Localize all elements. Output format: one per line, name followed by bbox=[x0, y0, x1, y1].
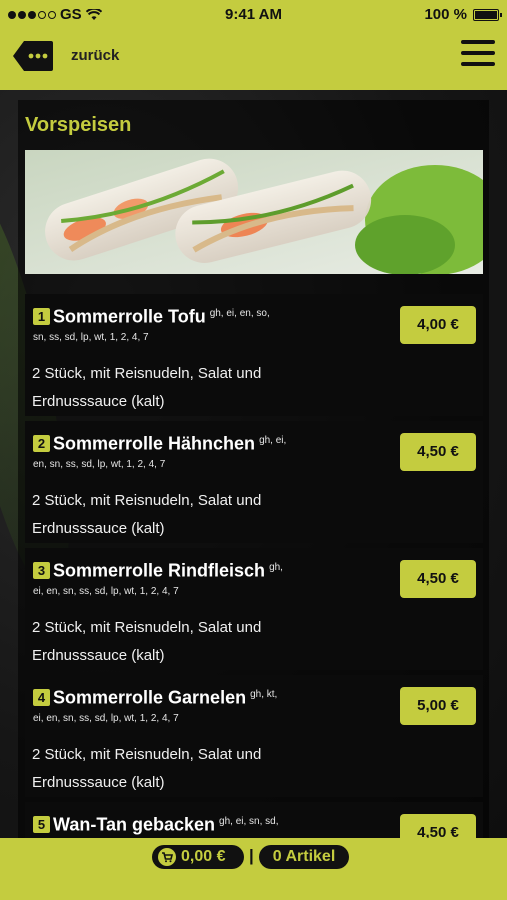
ellipsis-tag-icon bbox=[13, 41, 53, 71]
back-button[interactable] bbox=[12, 40, 54, 72]
item-name: Wan-Tan gebacken bbox=[53, 814, 216, 835]
summer-rolls-photo bbox=[25, 150, 483, 274]
cart-total: 0,00 € bbox=[181, 848, 226, 865]
item-allergens: gh, ei, bbox=[259, 435, 287, 446]
menu-item[interactable]: 5 Wan-Tan gebacken gh, ei, sn, sd, 4,50 € bbox=[25, 802, 483, 838]
item-allergens-continued: ei, en, sn, ss, sd, lp, wt, 1, 2, 4, 7 bbox=[33, 586, 179, 598]
item-name: Sommerrolle Tofu bbox=[53, 306, 206, 327]
item-allergens-continued: en, sn, ss, sd, lp, wt, 1, 2, 4, 7 bbox=[33, 459, 166, 471]
item-name: Sommerrolle Garnelen bbox=[53, 687, 247, 708]
add-to-cart-price-button[interactable]: 4,50 € bbox=[400, 433, 476, 471]
item-allergens: gh, bbox=[269, 562, 283, 573]
battery-icon bbox=[473, 8, 502, 21]
item-number-badge: 2 bbox=[33, 435, 50, 453]
menu-item-header: 3 Sommerrolle Rindfleisch gh, ei, en, sn, … bbox=[33, 560, 388, 600]
item-number-badge: 4 bbox=[33, 689, 50, 707]
cart-separator: | bbox=[249, 846, 254, 865]
add-to-cart-price-button[interactable]: 4,50 € bbox=[400, 814, 476, 838]
item-name: Sommerrolle Hähnchen bbox=[53, 433, 256, 454]
item-allergens: gh, ei, sn, sd, bbox=[219, 816, 279, 827]
nav-bar: zurück bbox=[0, 30, 507, 90]
menu-item[interactable]: 4 Sommerrolle Garnelen gh, kt, ei, en, sn,… bbox=[25, 675, 483, 797]
item-description: 2 Stück, mit Reisnudeln, Salat und Erdnu… bbox=[32, 619, 262, 664]
item-number-badge: 3 bbox=[33, 562, 50, 580]
item-allergens: gh, ei, en, so, bbox=[209, 308, 270, 319]
battery-percent: 100 % bbox=[424, 6, 467, 23]
item-description: 2 Stück, mit Reisnudeln, Salat und Erdnu… bbox=[32, 492, 262, 537]
add-to-cart-price-button[interactable]: 4,00 € bbox=[400, 306, 476, 344]
cart-icon bbox=[158, 848, 176, 866]
menu-item-header: 1 Sommerrolle Tofu gh, ei, en, so, sn, ss,… bbox=[33, 306, 388, 346]
add-to-cart-price-button[interactable]: 4,50 € bbox=[400, 560, 476, 598]
back-label[interactable]: zurück bbox=[71, 47, 119, 64]
menu-item[interactable]: 2 Sommerrolle Hähnchen gh, ei, en, sn, ss,… bbox=[25, 421, 483, 543]
cart-count-button[interactable]: 0 Artikel bbox=[259, 845, 349, 869]
item-number-badge: 5 bbox=[33, 816, 50, 834]
hamburger-menu-icon[interactable] bbox=[461, 40, 495, 70]
item-allergens-continued: ei, en, sn, ss, sd, lp, wt, 1, 2, 4, 7 bbox=[33, 713, 179, 725]
item-allergens-continued: sn, ss, sd, lp, wt, 1, 2, 4, 7 bbox=[33, 332, 149, 344]
section-title: Vorspeisen bbox=[25, 114, 132, 136]
item-description: 2 Stück, mit Reisnudeln, Salat und Erdnu… bbox=[32, 365, 262, 410]
item-number-badge: 1 bbox=[33, 308, 50, 326]
battery-status: 100 % bbox=[424, 6, 502, 23]
section-hero-image bbox=[25, 150, 483, 274]
menu-item-header: 2 Sommerrolle Hähnchen gh, ei, en, sn, ss,… bbox=[33, 433, 388, 473]
menu-content[interactable]: Vorspeisen 1 Sommerrolle Tofu gh, ei, en… bbox=[0, 90, 507, 838]
cart-bar: 0,00 € | 0 Artikel bbox=[0, 838, 507, 900]
status-bar: GS 9:41 AM 100 % bbox=[0, 0, 507, 30]
add-to-cart-price-button[interactable]: 5,00 € bbox=[400, 687, 476, 725]
item-description: 2 Stück, mit Reisnudeln, Salat und Erdnu… bbox=[32, 746, 262, 791]
cart-total-button[interactable]: 0,00 € bbox=[152, 845, 244, 869]
menu-item[interactable]: 1 Sommerrolle Tofu gh, ei, en, so, sn, ss,… bbox=[25, 294, 483, 416]
menu-item-header: 4 Sommerrolle Garnelen gh, kt, ei, en, sn,… bbox=[33, 687, 388, 727]
menu-item[interactable]: 3 Sommerrolle Rindfleisch gh, ei, en, sn, … bbox=[25, 548, 483, 670]
item-allergens: gh, kt, bbox=[250, 689, 278, 700]
menu-item-header: 5 Wan-Tan gebacken gh, ei, sn, sd, bbox=[33, 814, 388, 838]
item-name: Sommerrolle Rindfleisch bbox=[53, 560, 266, 581]
